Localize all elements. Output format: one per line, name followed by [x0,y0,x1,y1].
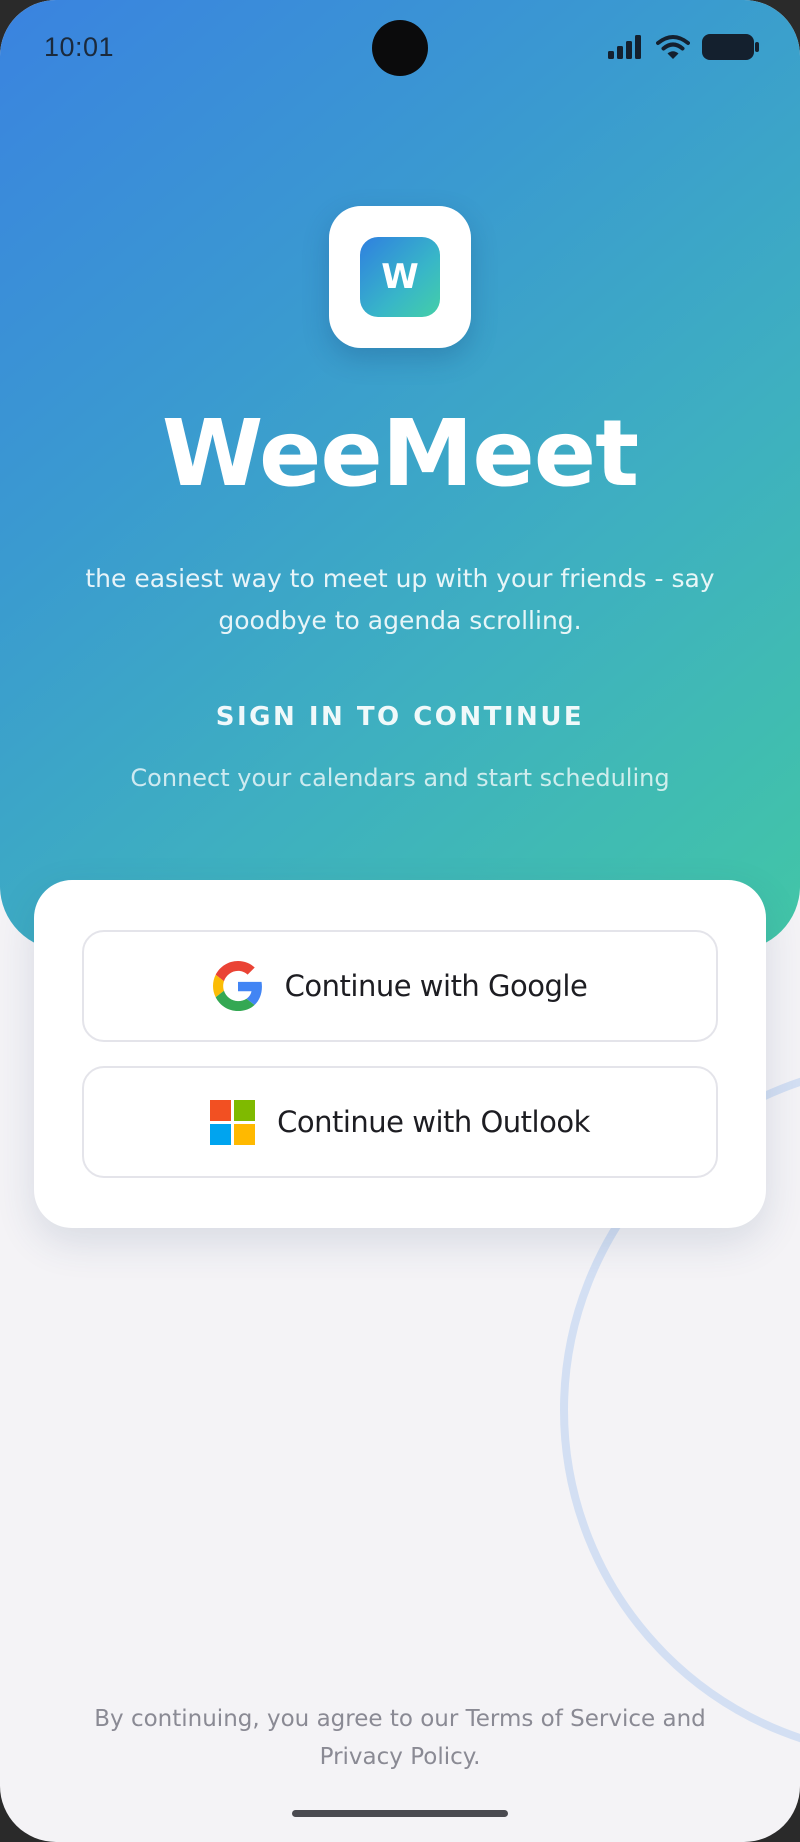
camera-cutout [372,20,428,76]
google-button-label: Continue with Google [284,969,588,1003]
continue-with-google-button[interactable]: Continue with Google [82,930,718,1042]
app-logo-mark: W [360,237,440,317]
app-title: WeeMeet [161,400,639,507]
app-tagline: the easiest way to meet up with your fri… [85,564,715,635]
outlook-button-label: Continue with Outlook [277,1105,590,1139]
microsoft-icon [210,1099,256,1145]
legal-notice: By continuing, you agree to our Terms of… [94,1706,706,1770]
wifi-icon [656,35,690,59]
signin-subheading: Connect your calendars and start schedul… [130,764,670,792]
phone-screen: 10:01 W WeeMeet the easiest way to meet … [0,0,800,1842]
status-bar: 10:01 [0,0,800,96]
battery-icon [702,34,759,60]
continue-with-outlook-button[interactable]: Continue with Outlook [82,1066,718,1178]
google-icon [212,961,262,1011]
signin-card: Continue with Google Continue with Outlo… [34,880,766,1228]
app-logo: W [329,206,471,348]
status-icons [608,34,760,60]
home-indicator[interactable] [292,1810,508,1817]
signal-icon [608,35,641,59]
signin-heading: SIGN IN TO CONTINUE [215,702,585,732]
status-time: 10:01 [44,32,115,62]
